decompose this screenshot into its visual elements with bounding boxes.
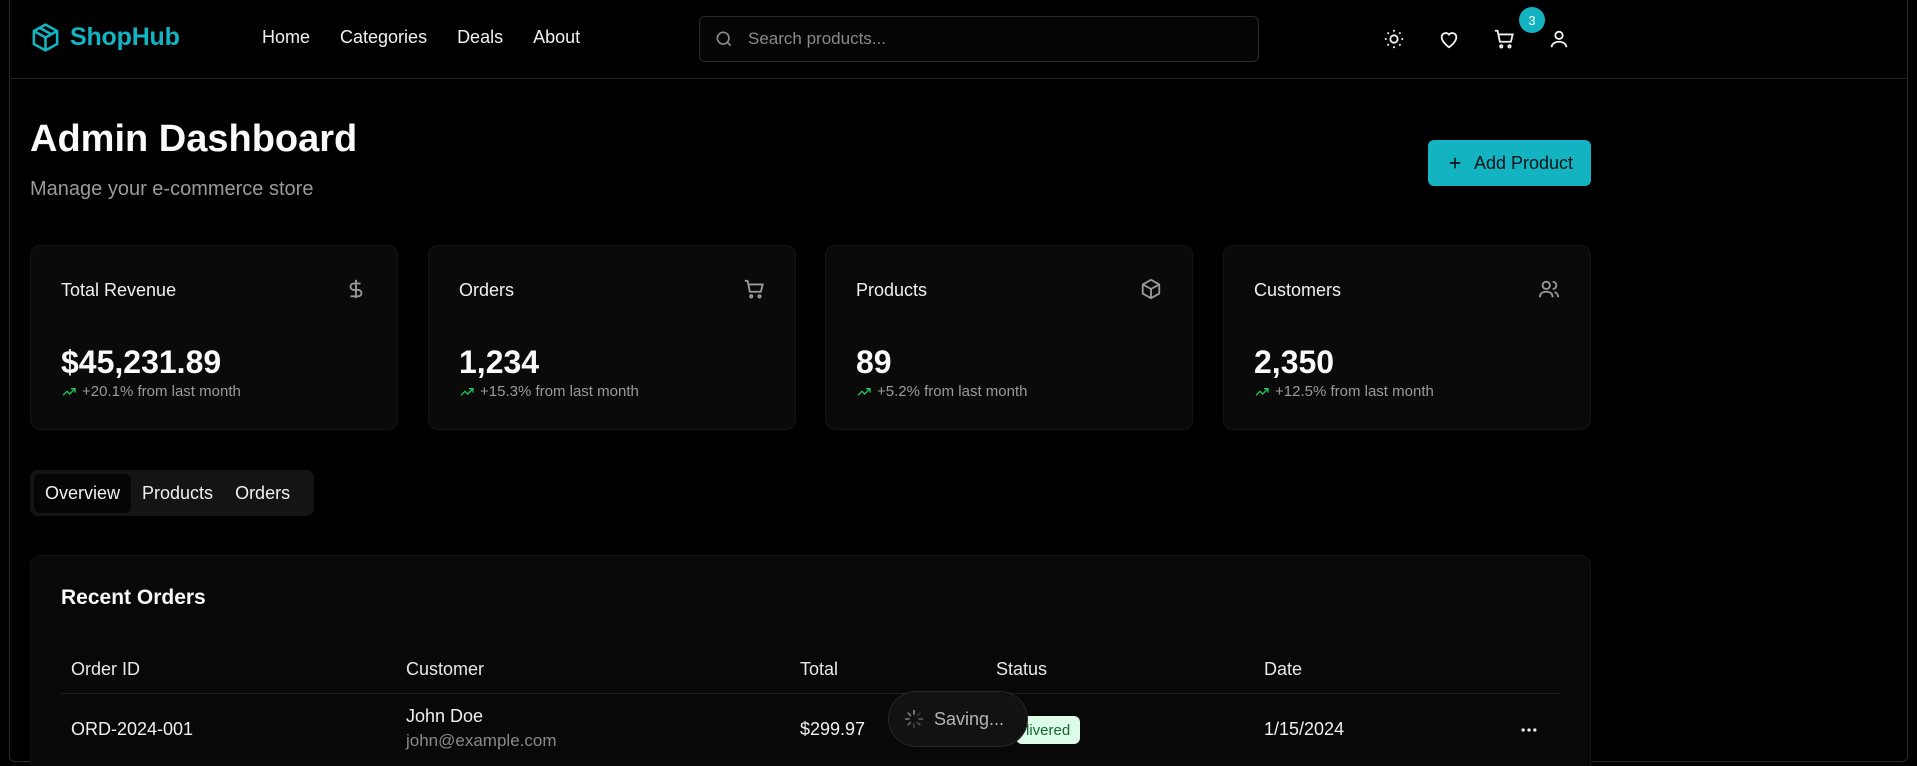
stat-card-revenue: Total Revenue $45,231.89 +20.1% from las…: [30, 245, 398, 430]
saving-toast: Saving...: [888, 691, 1028, 747]
header-divider: [61, 693, 1561, 694]
more-horizontal-icon: [1521, 728, 1537, 732]
stat-value: $45,231.89: [61, 344, 222, 380]
brand-name: ShopHub: [70, 23, 180, 51]
cart-icon: [1494, 29, 1514, 49]
stat-card-customers: Customers 2,350 +12.5% from last month: [1223, 245, 1591, 430]
nav-categories[interactable]: Categories: [340, 27, 427, 48]
column-header-order-id: Order ID: [71, 659, 141, 679]
trending-up-icon: [857, 387, 871, 396]
tab-overview[interactable]: Overview: [34, 473, 132, 513]
stat-change: +15.3% from last month: [459, 383, 639, 400]
search-input[interactable]: [748, 29, 1228, 49]
users-icon: [1538, 278, 1560, 300]
trending-up-icon: [62, 387, 76, 396]
order-date-cell: 1/15/2024: [1264, 719, 1345, 739]
stat-value: 2,350: [1254, 344, 1335, 380]
order-id-cell: ORD-2024-001: [71, 719, 194, 739]
search-box: [699, 16, 1259, 62]
customer-email-cell: john@example.com: [406, 731, 557, 750]
column-header-customer: Customer: [406, 659, 485, 679]
plus-icon: [1449, 157, 1461, 169]
add-product-label: Add Product: [1473, 152, 1574, 173]
trending-up-icon: [460, 387, 474, 396]
cart-count-badge: 3: [1519, 7, 1545, 33]
stat-change-text: +12.5% from last month: [1275, 383, 1434, 400]
stat-card-orders: Orders 1,234 +15.3% from last month: [428, 245, 796, 430]
stat-title: Orders: [459, 280, 515, 300]
column-header-date: Date: [1264, 659, 1303, 679]
stat-title: Total Revenue: [61, 280, 177, 300]
stat-change: +20.1% from last month: [61, 383, 241, 400]
sun-icon: [1384, 29, 1404, 49]
stat-change-text: +20.1% from last month: [82, 383, 241, 400]
nav-deals[interactable]: Deals: [457, 27, 503, 48]
theme-toggle-button[interactable]: [1383, 28, 1405, 50]
recent-orders-card: Recent Orders Order ID Customer Total St…: [30, 555, 1591, 766]
heart-icon: [1440, 32, 1458, 49]
nav-about[interactable]: About: [533, 27, 580, 48]
cart-icon: [743, 278, 765, 300]
dashboard-tabs: Overview Products Orders: [30, 470, 314, 516]
customer-name-cell: John Doe: [406, 706, 484, 726]
recent-orders-title: Recent Orders: [61, 586, 206, 609]
stat-value: 1,234: [459, 344, 540, 380]
wishlist-button[interactable]: [1438, 28, 1460, 50]
toast-text: Saving...: [934, 708, 1005, 729]
stat-change-text: +5.2% from last month: [877, 383, 1028, 400]
page-title: Admin Dashboard: [30, 118, 358, 160]
stat-change: +5.2% from last month: [856, 383, 1027, 400]
brand-logo[interactable]: ShopHub: [30, 22, 180, 53]
order-total-cell: $299.97: [800, 719, 866, 739]
column-header-status: Status: [996, 659, 1048, 679]
row-actions-button[interactable]: [1519, 720, 1539, 740]
account-button[interactable]: [1548, 28, 1570, 50]
stat-title: Products: [856, 280, 928, 300]
user-icon: [1550, 30, 1568, 48]
trending-up-icon: [1255, 387, 1269, 396]
nav-home[interactable]: Home: [262, 27, 310, 48]
dollar-icon: [345, 278, 367, 300]
column-header-total: Total: [800, 659, 839, 679]
tab-orders[interactable]: Orders: [224, 474, 301, 513]
stat-value: 89: [856, 344, 892, 380]
tab-products[interactable]: Products: [131, 474, 224, 513]
stat-change-text: +15.3% from last month: [480, 383, 639, 400]
search-icon: [716, 31, 732, 47]
stat-title: Customers: [1254, 280, 1342, 300]
stat-change: +12.5% from last month: [1254, 383, 1434, 400]
cart-button[interactable]: [1493, 28, 1515, 50]
stat-card-products: Products 89 +5.2% from last month: [825, 245, 1193, 430]
page-subtitle: Manage your e-commerce store: [30, 178, 314, 200]
top-navbar: ShopHub Home Categories Deals About 3: [9, 0, 1908, 79]
spinner-icon: [904, 709, 924, 729]
add-product-button[interactable]: Add Product: [1428, 140, 1591, 186]
main-nav: Home Categories Deals About: [262, 27, 580, 48]
box-icon: [1140, 278, 1162, 300]
box-logo-icon: [32, 23, 59, 52]
